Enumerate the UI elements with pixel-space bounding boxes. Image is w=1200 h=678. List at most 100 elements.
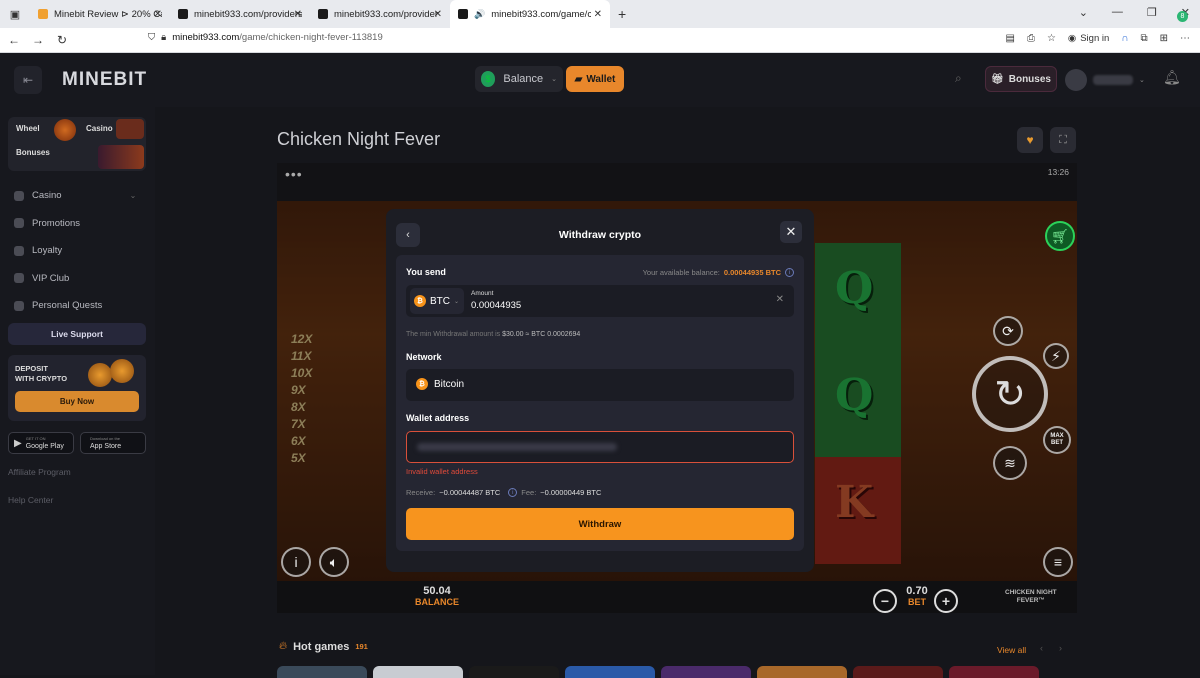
back-icon[interactable]: ← [2, 33, 26, 47]
wallet-button[interactable]: ▰ Wallet [566, 66, 624, 92]
wallet-icon: ▰ [574, 73, 583, 85]
sidebar-toggle-button[interactable]: ⇤ [14, 66, 42, 94]
search-icon[interactable]: ⌕ [955, 71, 962, 86]
browser-tab-2[interactable]: minebit933.com/providers ✕ [170, 0, 310, 28]
close-tab-icon[interactable]: ✕ [594, 9, 602, 20]
game-thumbnail[interactable] [949, 666, 1039, 678]
extensions-icon[interactable]: ⧉ [1140, 33, 1147, 44]
wallet-address-redacted [417, 443, 617, 451]
browser-tab-active[interactable]: 🔊 minebit933.com/game/chi ✕ [450, 0, 610, 28]
browser-tab-3[interactable]: minebit933.com/provider/net-e ✕ [310, 0, 450, 28]
sidebar-item-vip-club[interactable]: VIP Club [14, 265, 136, 293]
tab-search-icon[interactable]: ⌄ [1079, 6, 1088, 19]
available-balance-value[interactable]: 0.00044935 BTC [724, 268, 781, 277]
bet-increase-button[interactable]: + [934, 589, 958, 613]
receive-value: ~0.00044487 BTC [439, 488, 501, 497]
more-icon[interactable]: ⋯ [1180, 33, 1190, 44]
bonuses-button[interactable]: 🎁︎ Bonuses [985, 66, 1057, 92]
sidebar-item-label: Personal Quests [32, 300, 103, 312]
withdraw-button[interactable]: Withdraw [406, 508, 794, 540]
notification-bell-icon[interactable]: 🔔︎ [1163, 69, 1181, 86]
receive-summary: Receive: ~0.00044487 BTC i Fee: ~0.00000… [406, 488, 601, 497]
help-center-link[interactable]: Help Center [8, 495, 53, 505]
info-icon[interactable]: i [785, 268, 794, 277]
audio-icon[interactable]: 🔊 [474, 9, 485, 20]
favicon-icon [178, 9, 188, 19]
close-modal-button[interactable]: ✕ [780, 221, 802, 243]
bet-decrease-button[interactable]: − [873, 589, 897, 613]
fee-value: ~0.00000449 BTC [540, 488, 602, 497]
minimize-icon[interactable]: — [1112, 6, 1123, 19]
live-support-button[interactable]: Live Support [8, 323, 146, 345]
new-tab-icon[interactable]: + [618, 6, 626, 22]
close-tab-icon[interactable]: ✕ [294, 9, 302, 20]
url-field[interactable]: ⛉ 🔒︎ minebit933.com/game/chicken-night-f… [148, 32, 383, 43]
game-menu-dots-icon[interactable]: ••• [285, 166, 303, 182]
network-select[interactable]: ₿ Bitcoin [406, 369, 794, 401]
autoplay-icon[interactable]: ⟳ [993, 316, 1023, 346]
favicon-icon [38, 9, 48, 19]
promo-casino[interactable]: Casino [86, 124, 113, 133]
buy-now-button[interactable]: Buy Now [15, 391, 139, 412]
affiliate-program-link[interactable]: Affiliate Program [8, 467, 71, 477]
coins-icon[interactable]: ≋ [993, 446, 1027, 480]
promo-bonuses[interactable]: Bonuses [16, 148, 50, 157]
game-thumbnail[interactable] [277, 666, 367, 678]
game-thumbnail[interactable] [853, 666, 943, 678]
forward-icon[interactable]: → [26, 33, 50, 47]
fullscreen-button[interactable]: ⛶ [1050, 127, 1076, 153]
max-bet-button[interactable]: MAX BET [1043, 426, 1071, 454]
promo-wheel[interactable]: Wheel [16, 124, 40, 133]
info-icon[interactable]: i [508, 488, 518, 497]
site-logo[interactable]: MINEBIT [62, 69, 147, 91]
game-thumbnail[interactable] [757, 666, 847, 678]
game-thumbnail[interactable] [469, 666, 559, 678]
copilot-icon[interactable]: ∩ [1121, 33, 1128, 44]
modal-title: Withdraw crypto [558, 229, 642, 241]
amount-input[interactable]: 0.00044935 [471, 300, 521, 311]
turbo-icon[interactable]: ⚡︎ [1043, 343, 1069, 369]
collections-icon[interactable]: ⊞ [1160, 33, 1168, 44]
reader-icon[interactable]: ▤ [1006, 33, 1015, 44]
game-thumbnail[interactable] [565, 666, 655, 678]
favorite-button[interactable]: ♥ [1017, 127, 1043, 153]
maximize-icon[interactable]: ❐ [1147, 6, 1157, 19]
chevron-left-icon[interactable]: ‹ [1040, 643, 1043, 653]
tab-actions-icon[interactable]: ▣ [0, 8, 30, 21]
gift-icon: 🎁︎ [991, 73, 1004, 85]
bookmark-star-icon[interactable]: ☆ [1047, 33, 1056, 44]
save-icon[interactable]: ⎙ [1027, 33, 1035, 44]
sign-in-button[interactable]: ◉ Sign in [1068, 33, 1109, 44]
withdraw-modal: ‹ Withdraw crypto ✕ You send Your availa… [386, 209, 814, 572]
sound-icon[interactable]: 🔈︎ [319, 547, 349, 577]
menu-icon[interactable]: ≡ [1043, 547, 1073, 577]
deposit-title-line1: DEPOSIT [15, 364, 48, 373]
user-menu[interactable]: ⌄ [1065, 66, 1153, 94]
browser-tab-1[interactable]: Minebit Review ⊳ 20% Cashbac ✕ [30, 0, 170, 28]
close-tab-icon[interactable]: ✕ [154, 9, 162, 20]
balance-dropdown[interactable]: $ Balance ⌄ [475, 66, 563, 92]
app-store-label: App Store [90, 443, 122, 450]
app-store-button[interactable]: Download on the App Store [80, 432, 146, 454]
address-bar-actions: ▤ ⎙ ☆ ◉ Sign in ∩ ⧉ ⊞ ⋯ [1006, 33, 1191, 44]
currency-select[interactable]: ₿ BTC ⌄ [410, 288, 464, 314]
sidebar-item-promotions[interactable]: Promotions [14, 210, 136, 238]
game-thumbnail[interactable] [373, 666, 463, 678]
google-play-button[interactable]: ▶ GET IT ON Google Play [8, 432, 74, 454]
balance-value: 50.04 [423, 585, 451, 597]
sidebar-item-casino[interactable]: Casino ⌄ [14, 182, 136, 210]
wallet-address-input[interactable] [406, 431, 794, 463]
sidebar-item-loyalty[interactable]: Loyalty [14, 237, 136, 265]
clear-amount-icon[interactable]: ✕ [776, 294, 784, 305]
flag-icon [14, 218, 24, 229]
balance-label: Balance [503, 73, 544, 85]
close-tab-icon[interactable]: ✕ [434, 9, 442, 20]
view-all-link[interactable]: View all [997, 645, 1026, 655]
spin-button[interactable]: ↻ [972, 356, 1048, 432]
reload-icon[interactable]: ↻ [50, 33, 74, 47]
sidebar-item-personal-quests[interactable]: Personal Quests [14, 292, 136, 320]
shop-cart-icon[interactable]: 🛒︎ [1045, 221, 1075, 251]
info-icon[interactable]: i [281, 547, 311, 577]
game-thumbnail[interactable] [661, 666, 751, 678]
chevron-right-icon[interactable]: › [1059, 643, 1062, 653]
